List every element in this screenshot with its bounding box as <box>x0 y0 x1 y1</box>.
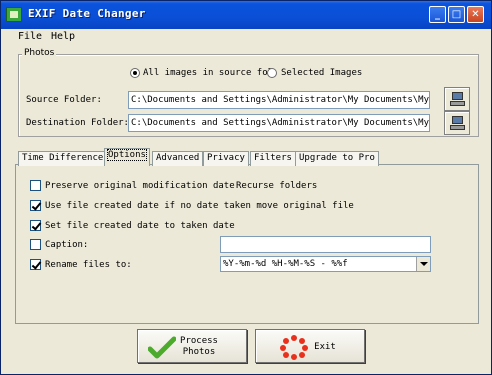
process-photos-button[interactable]: Process Photos <box>137 329 247 363</box>
tab-label: Time Difference <box>22 153 104 163</box>
preserve-date-checkbox[interactable] <box>30 180 41 191</box>
rename-pattern-select[interactable]: %Y-%m-%d %H-%M-%S - %%f <box>220 256 431 272</box>
radio-all-images-label[interactable]: All images in source fol <box>143 68 273 78</box>
radio-all-images[interactable] <box>130 68 140 78</box>
checkmark-icon <box>148 336 176 359</box>
tab-label: Options <box>107 149 147 161</box>
use-created-date-checkbox[interactable] <box>30 200 41 211</box>
computer-icon <box>450 92 465 106</box>
menu-bar: File Help <box>1 29 491 46</box>
radio-selected-images-label[interactable]: Selected Images <box>281 68 362 78</box>
tab-time-difference[interactable]: Time Difference <box>18 151 108 166</box>
use-created-date-label[interactable]: Use file created date if no date taken m… <box>45 201 354 211</box>
caption-label[interactable]: Caption: <box>45 240 88 250</box>
tab-filters[interactable]: Filters <box>250 151 296 166</box>
tab-label: Advanced <box>156 153 200 163</box>
photos-legend: Photos <box>22 48 57 58</box>
source-folder-field[interactable]: C:\Documents and Settings\Administrator\… <box>128 91 430 109</box>
window-title: EXIF Date Changer <box>28 7 146 20</box>
process-label-2: Photos <box>182 347 216 357</box>
destination-browse-button[interactable] <box>444 111 470 135</box>
app-icon <box>6 7 22 22</box>
rename-files-label[interactable]: Rename files to: <box>45 260 132 270</box>
minimize-button[interactable]: _ <box>429 6 446 23</box>
tab-advanced[interactable]: Advanced <box>152 151 204 166</box>
tab-label: Upgrade to Pro <box>299 153 375 163</box>
destination-folder-label: Destination Folder: <box>26 118 129 128</box>
recurse-folders-label[interactable]: Recurse folders <box>236 181 317 191</box>
tab-label: Privacy <box>207 153 245 163</box>
chevron-down-icon[interactable] <box>416 257 430 271</box>
caption-checkbox[interactable] <box>30 239 41 250</box>
set-created-date-label[interactable]: Set file created date to taken date <box>45 221 235 231</box>
caption-input[interactable] <box>220 236 431 253</box>
tab-privacy[interactable]: Privacy <box>203 151 249 166</box>
destination-folder-field[interactable]: C:\Documents and Settings\Administrator\… <box>128 114 430 132</box>
tab-options[interactable]: Options <box>104 148 150 166</box>
source-folder-label: Source Folder: <box>26 95 102 105</box>
exit-label: Exit <box>314 342 336 352</box>
preserve-date-label[interactable]: Preserve original modification date <box>45 181 235 191</box>
menu-file[interactable]: File <box>18 31 42 42</box>
tab-label: Filters <box>254 153 292 163</box>
computer-icon <box>450 116 465 130</box>
menu-help[interactable]: Help <box>51 31 75 42</box>
rename-pattern-value: %Y-%m-%d %H-%M-%S - %%f <box>223 259 348 269</box>
source-browse-button[interactable] <box>444 87 470 111</box>
exit-burst-icon <box>280 335 308 360</box>
tab-upgrade-to-pro[interactable]: Upgrade to Pro <box>295 151 379 166</box>
radio-selected-images[interactable] <box>267 68 277 78</box>
rename-files-checkbox[interactable] <box>30 259 41 270</box>
process-label-1: Process <box>180 336 218 346</box>
close-button[interactable]: ✕ <box>467 6 484 23</box>
app-window: EXIF Date Changer _ □ ✕ File Help Photos… <box>0 0 492 375</box>
set-created-date-checkbox[interactable] <box>30 220 41 231</box>
title-bar[interactable]: EXIF Date Changer _ □ ✕ <box>1 1 491 29</box>
maximize-button[interactable]: □ <box>448 6 465 23</box>
exit-button[interactable]: Exit <box>255 329 365 363</box>
